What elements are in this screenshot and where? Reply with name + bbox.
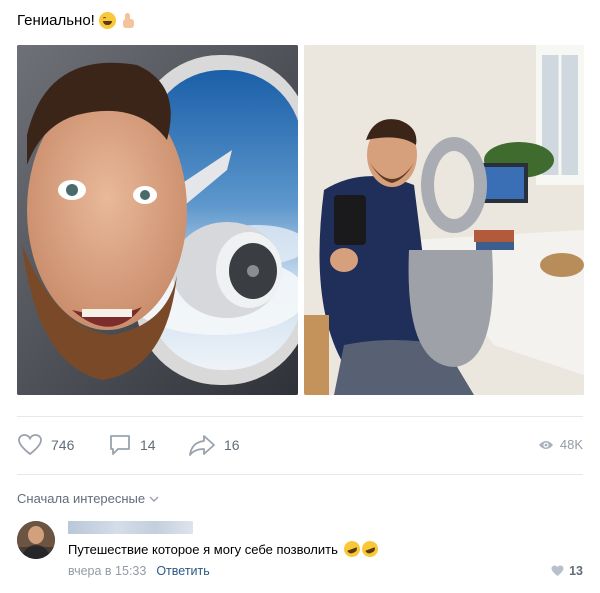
chevron-down-icon <box>149 496 159 502</box>
photo-toilet-seat-selfie-image <box>304 45 584 395</box>
comment-icon <box>110 435 130 455</box>
comment-author-avatar[interactable] <box>17 521 55 559</box>
share-arrow-icon <box>189 435 215 456</box>
heart-icon <box>551 565 564 576</box>
comment-text: Путешествие которое я могу себе позволит… <box>68 538 381 560</box>
photo-airplane-selfie-image <box>17 45 298 395</box>
like-button[interactable]: 746 <box>17 433 74 457</box>
comment-button[interactable]: 14 <box>108 433 156 457</box>
reply-link[interactable]: Ответить <box>156 564 209 578</box>
comment-count: 14 <box>140 437 156 453</box>
comment-author-name-redacted <box>68 521 193 534</box>
comment-text-label: Путешествие которое я могу себе позволит… <box>68 541 338 557</box>
views-count: 48K <box>559 437 583 452</box>
views-counter: 48K <box>538 437 583 452</box>
post-text-label: Гениально! <box>17 12 95 29</box>
rofl-emoji-icon <box>341 538 363 560</box>
post-text: Гениально! <box>17 12 136 29</box>
actions-top-divider <box>17 416 583 417</box>
share-button[interactable]: 16 <box>188 433 240 457</box>
comments-sort-label: Сначала интересные <box>17 491 146 506</box>
heart-icon <box>18 434 42 456</box>
comment-meta: вчера в 15:33 Ответить <box>68 564 210 578</box>
comments-top-divider <box>17 474 583 475</box>
thumbs-up-icon <box>120 12 136 29</box>
eye-icon <box>538 440 553 449</box>
photo-airplane-selfie[interactable] <box>17 45 298 395</box>
comment-like-button[interactable]: 13 <box>551 564 583 578</box>
photo-toilet-seat-selfie[interactable] <box>304 45 584 395</box>
rofl-emoji-icon <box>359 538 381 560</box>
laughing-face-icon <box>98 12 116 29</box>
comment-timestamp[interactable]: вчера в 15:33 <box>68 564 146 578</box>
comment-like-count: 13 <box>569 564 583 578</box>
like-count: 746 <box>51 437 75 453</box>
comments-sort-dropdown[interactable]: Сначала интересные <box>17 491 159 506</box>
share-count: 16 <box>224 437 240 453</box>
avatar-image <box>17 521 55 559</box>
